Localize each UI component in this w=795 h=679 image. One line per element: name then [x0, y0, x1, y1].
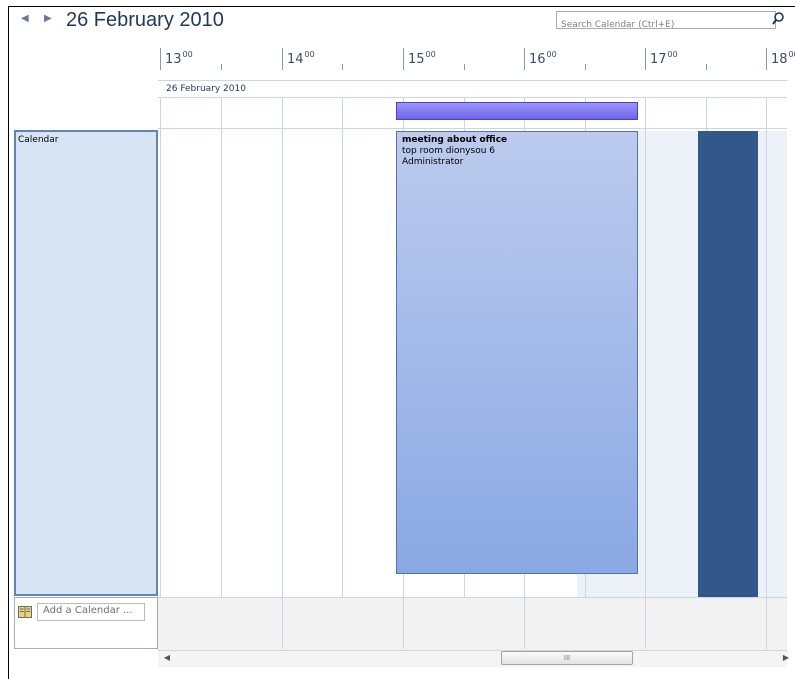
allday-top-divider	[158, 97, 787, 98]
event-subject: meeting about office	[402, 135, 508, 145]
footer-grid	[158, 597, 787, 651]
event-location: top room dionysou 6	[402, 146, 495, 156]
half-hour-tick	[464, 64, 465, 70]
meeting-event[interactable]: meeting about office top room dionysou 6…	[396, 131, 638, 574]
scroll-left-icon[interactable]: ◀	[160, 651, 174, 665]
hour-label-17: 1700	[650, 50, 678, 67]
grid-line	[342, 97, 343, 597]
half-hour-tick	[342, 64, 343, 70]
scroll-right-icon[interactable]: ▶	[779, 651, 793, 665]
hour-tick	[645, 48, 646, 70]
grid-line	[221, 97, 222, 597]
allday-event-bar[interactable]	[396, 102, 638, 120]
half-hour-tick	[221, 64, 222, 70]
grid-line	[524, 597, 525, 649]
previous-day-icon[interactable]: ◀	[21, 13, 29, 24]
grid-line	[403, 597, 404, 649]
grid-line	[645, 597, 646, 649]
event-organizer: Administrator	[402, 157, 464, 167]
hour-tick	[524, 48, 525, 70]
search-input[interactable]	[557, 17, 747, 33]
timeline-date-label: 26 February 2010	[166, 84, 246, 94]
search-box[interactable]	[556, 11, 776, 33]
hour-tick	[282, 48, 283, 70]
half-hour-tick	[706, 64, 707, 70]
grid-line	[282, 97, 283, 649]
free-time-region	[758, 131, 787, 597]
scrollbar-thumb[interactable]: III	[501, 651, 633, 665]
address-book-icon[interactable]	[18, 606, 32, 618]
horizontal-scrollbar[interactable]	[158, 650, 787, 667]
grid-line	[766, 97, 767, 649]
allday-bottom-divider	[158, 128, 787, 129]
hour-tick	[766, 48, 767, 70]
half-hour-tick	[585, 64, 586, 70]
calendar-row-label: Calendar	[18, 135, 59, 145]
hour-tick	[160, 48, 161, 70]
grid-line	[645, 97, 646, 649]
current-date-title: 26 February 2010	[66, 9, 224, 31]
header-divider	[158, 80, 787, 81]
grid-line	[160, 97, 161, 597]
add-calendar-field[interactable]: Add a Calendar ...	[37, 603, 145, 621]
grid-line	[282, 597, 283, 649]
busy-time-block[interactable]	[698, 131, 758, 597]
hour-tick	[403, 48, 404, 70]
hour-label-16: 1600	[529, 50, 557, 67]
hour-label-18: 1800	[771, 50, 795, 67]
grid-line	[766, 597, 767, 649]
hour-label-13: 1300	[165, 50, 193, 67]
next-day-icon[interactable]: ▶	[44, 13, 52, 24]
hour-label-14: 1400	[287, 50, 315, 67]
hour-label-15: 1500	[408, 50, 436, 67]
search-icon[interactable]	[770, 10, 786, 28]
calendar-row-header[interactable]	[14, 130, 158, 596]
